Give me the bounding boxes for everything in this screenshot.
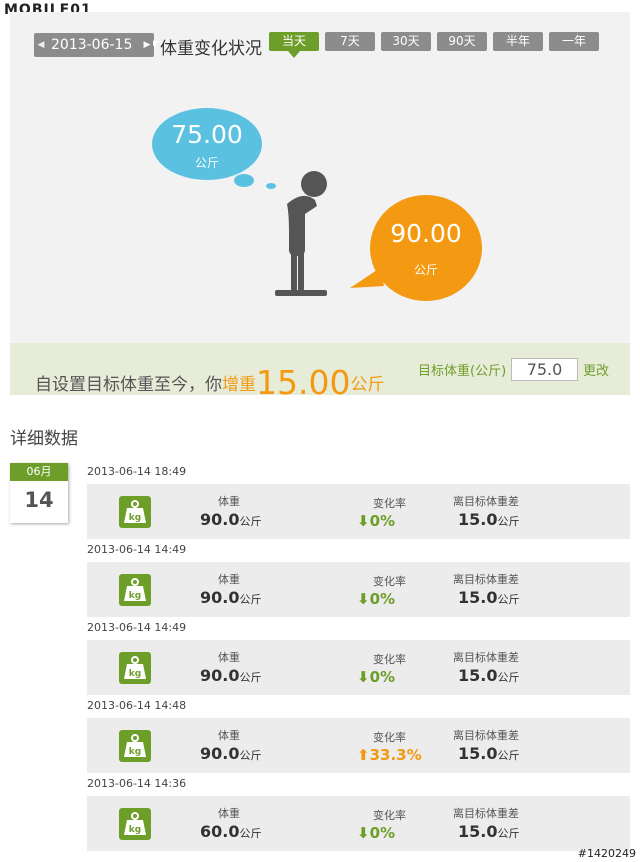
- rate-value: ⬇0%: [357, 590, 396, 608]
- arrow-down-icon: ⬇: [357, 590, 370, 608]
- diff-label: 离目标体重差: [453, 807, 519, 820]
- entry-timestamp: 2013-06-14 14:49: [87, 621, 187, 634]
- tab-90-days[interactable]: 90天: [437, 32, 487, 51]
- entry-timestamp: 2013-06-14 18:49: [87, 465, 187, 478]
- target-weight-input[interactable]: 75.0: [511, 358, 578, 381]
- target-weight-bubble: 75.00 公斤: [152, 108, 262, 180]
- svg-text:kg: kg: [129, 825, 141, 835]
- weight-label: 体重: [218, 729, 240, 742]
- chart-title: 体重变化状况: [160, 39, 262, 59]
- goal-change-word: 增重: [222, 375, 256, 395]
- entry-timestamp: 2013-06-14 14:49: [87, 543, 187, 556]
- details-heading: 详细数据: [10, 429, 78, 449]
- date-value: 2013-06-15: [51, 37, 133, 53]
- date-picker[interactable]: ◀ 2013-06-15 ▼: [34, 33, 159, 57]
- weight-label: 体重: [218, 573, 240, 586]
- calendar-day: 14: [24, 488, 54, 512]
- current-weight-value: 90.00: [390, 219, 462, 248]
- svg-text:kg: kg: [129, 513, 141, 523]
- diff-value: 15.0公斤: [458, 744, 520, 763]
- rate-label: 变化率: [373, 809, 406, 822]
- tab-7-days[interactable]: 7天: [325, 32, 375, 51]
- arrow-up-icon: ⬆: [357, 746, 370, 764]
- weight-value: 90.0公斤: [200, 588, 262, 607]
- weight-value: 90.0公斤: [200, 510, 262, 529]
- table-row[interactable]: kg 体重 90.0公斤 变化率 ⬆33.3% 离目标体重差 15.0公斤: [87, 718, 630, 773]
- rate-label: 变化率: [373, 575, 406, 588]
- weight-label: 体重: [218, 807, 240, 820]
- rate-value: ⬇0%: [357, 512, 396, 530]
- kg-weight-icon: kg: [119, 496, 151, 528]
- calendar-date-badge: 06月 14: [10, 463, 68, 523]
- weight-value: 90.0公斤: [200, 744, 262, 763]
- diff-label: 离目标体重差: [453, 651, 519, 664]
- svg-text:kg: kg: [129, 669, 141, 679]
- rate-value: ⬇0%: [357, 824, 396, 842]
- target-weight-value: 75.00: [171, 120, 243, 149]
- rate-label: 变化率: [373, 653, 406, 666]
- arrow-down-icon: ⬇: [357, 512, 370, 530]
- rate-value: ⬇0%: [357, 668, 396, 686]
- table-row[interactable]: kg 体重 90.0公斤 变化率 ⬇0% 离目标体重差 15.0公斤: [87, 640, 630, 695]
- goal-prefix: 自设置目标体重至今，你: [35, 375, 222, 395]
- target-weight-label: 目标体重(公斤): [418, 364, 507, 379]
- tab-30-days[interactable]: 30天: [381, 32, 431, 51]
- weight-label: 体重: [218, 495, 240, 508]
- kg-weight-icon: kg: [119, 730, 151, 762]
- arrow-down-icon: ⬇: [357, 824, 370, 842]
- table-row[interactable]: kg 体重 60.0公斤 变化率 ⬇0% 离目标体重差 15.0公斤: [87, 796, 630, 851]
- entry-timestamp: 2013-06-14 14:36: [87, 777, 187, 790]
- kg-weight-icon: kg: [119, 652, 151, 684]
- svg-text:kg: kg: [129, 747, 141, 757]
- bubble-tail: [350, 268, 384, 288]
- person-on-scale-icon: [275, 171, 327, 296]
- tab-today[interactable]: 当天: [269, 32, 319, 58]
- diff-value: 15.0公斤: [458, 666, 520, 685]
- target-weight-unit: 公斤: [194, 156, 219, 170]
- weight-label: 体重: [218, 651, 240, 664]
- kg-weight-icon: kg: [119, 808, 151, 840]
- diff-value: 15.0公斤: [458, 588, 520, 607]
- prev-date-icon[interactable]: ◀: [34, 33, 48, 57]
- kg-weight-icon: kg: [119, 574, 151, 606]
- goal-summary-bar: 自设置目标体重至今，你增重15.00公斤 目标体重(公斤) 75.0 更改: [10, 343, 630, 402]
- diff-label: 离目标体重差: [453, 729, 519, 742]
- thought-dot: [234, 174, 254, 187]
- tab-half-year[interactable]: 半年: [493, 32, 543, 51]
- diff-value: 15.0公斤: [458, 822, 520, 841]
- entry-timestamp: 2013-06-14 14:48: [87, 699, 187, 712]
- weight-chart-panel: ◀ 2013-06-15 ▼ ▶ 体重变化状况 当天 7天 30天 90天 半年…: [10, 12, 630, 395]
- diff-label: 离目标体重差: [453, 573, 519, 586]
- table-row[interactable]: kg 体重 90.0公斤 变化率 ⬇0% 离目标体重差 15.0公斤: [87, 484, 630, 539]
- svg-text:kg: kg: [129, 591, 141, 601]
- goal-summary-text: 自设置目标体重至今，你增重15.00公斤: [35, 359, 385, 402]
- weight-value: 90.0公斤: [200, 666, 262, 685]
- tab-one-year[interactable]: 一年: [549, 32, 599, 51]
- change-target-button[interactable]: 更改: [583, 360, 609, 379]
- diff-label: 离目标体重差: [453, 495, 519, 508]
- rate-label: 变化率: [373, 731, 406, 744]
- weight-value: 60.0公斤: [200, 822, 262, 841]
- arrow-down-icon: ⬇: [357, 668, 370, 686]
- image-id: #1420249: [577, 847, 636, 860]
- rate-value: ⬆33.3%: [357, 746, 422, 764]
- goal-unit: 公斤: [350, 375, 385, 395]
- rate-label: 变化率: [373, 497, 406, 510]
- goal-amount: 15.00: [256, 363, 351, 402]
- next-date-icon[interactable]: ▶: [141, 33, 153, 57]
- table-row[interactable]: kg 体重 90.0公斤 变化率 ⬇0% 离目标体重差 15.0公斤: [87, 562, 630, 617]
- diff-value: 15.0公斤: [458, 510, 520, 529]
- calendar-month: 06月: [10, 463, 68, 481]
